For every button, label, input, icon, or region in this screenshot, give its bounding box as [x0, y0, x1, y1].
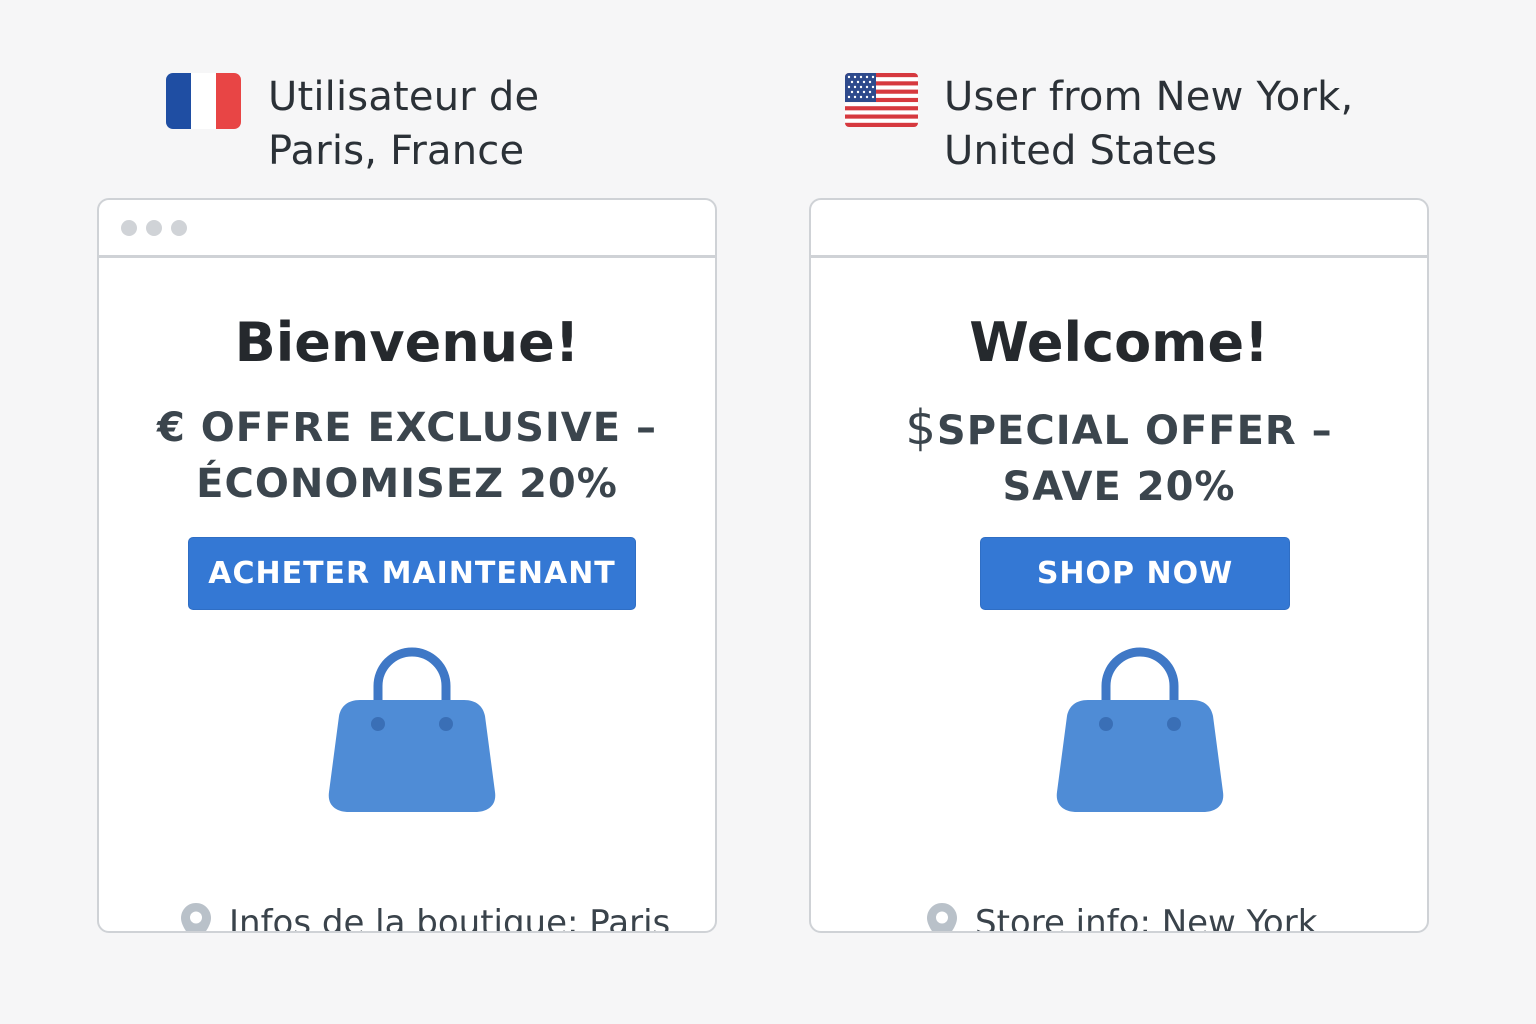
dollar-currency-icon: $	[905, 400, 937, 456]
shopping-bag-icon	[328, 647, 496, 812]
euro-currency-icon: €	[156, 405, 186, 451]
window-content: Welcome! $SPECIAL OFFER – SAVE 20% SHOP …	[811, 258, 1427, 931]
window-control-dot[interactable]	[121, 219, 137, 236]
store-info: Store info: New York	[927, 898, 1317, 931]
offer-text-2: SAVE 20%	[1002, 464, 1236, 510]
shop-now-button[interactable]: ACHETER MAINTENANT	[188, 537, 636, 610]
store-info-text[interactable]: Store info: New York	[975, 903, 1317, 931]
offer-banner: € OFFRE EXCLUSIVE – ÉCONOMISEZ 20%	[99, 400, 715, 512]
location-pin-icon	[927, 903, 957, 931]
offer-text-1: OFFRE EXCLUSIVE –	[200, 405, 658, 451]
offer-text-2: ÉCONOMISEZ 20%	[196, 461, 618, 507]
caption-text: Utilisateur de Paris, France	[268, 74, 540, 174]
shopping-bag-icon	[1056, 647, 1224, 812]
store-info: Infos de la boutique: Paris	[181, 898, 670, 931]
window-content: Bienvenue! € OFFRE EXCLUSIVE – ÉCONOMISE…	[99, 258, 715, 931]
france-flag-icon	[166, 73, 241, 129]
usa-flag-icon	[845, 73, 918, 127]
store-info-text[interactable]: Infos de la boutique: Paris	[229, 903, 670, 931]
offer-banner: $SPECIAL OFFER – SAVE 20%	[811, 400, 1427, 515]
caption-text: User from New York, United States	[944, 74, 1354, 174]
browser-window-paris: Bienvenue! € OFFRE EXCLUSIVE – ÉCONOMISE…	[97, 198, 717, 933]
offer-line-1: € OFFRE EXCLUSIVE –	[99, 400, 715, 456]
offer-line-1: $SPECIAL OFFER –	[811, 400, 1427, 459]
welcome-heading: Welcome!	[969, 311, 1269, 374]
location-pin-icon	[181, 903, 211, 931]
window-control-dot[interactable]	[146, 219, 162, 236]
window-control-dot[interactable]	[171, 219, 187, 236]
caption-newyork-user: User from New York, United States	[845, 70, 1353, 180]
caption-paris-user: Utilisateur de Paris, France	[166, 70, 539, 180]
offer-text-1: SPECIAL OFFER –	[936, 408, 1333, 454]
welcome-heading: Bienvenue!	[234, 311, 580, 374]
browser-window-newyork: Welcome! $SPECIAL OFFER – SAVE 20% SHOP …	[809, 198, 1429, 933]
shop-now-button[interactable]: SHOP NOW	[980, 537, 1290, 610]
window-titlebar	[99, 200, 715, 258]
window-titlebar	[811, 200, 1427, 258]
